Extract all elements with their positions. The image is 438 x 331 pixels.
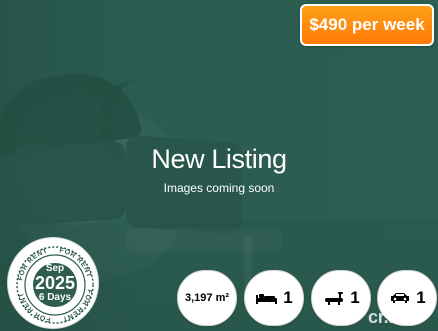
land-area-text: 3,197 m² — [184, 292, 230, 304]
bedrooms-count: 1 — [283, 288, 293, 307]
for-rent-date-stamp: FOR RENT FOR RENT FOR RENT FOR RENT Sep … — [8, 238, 98, 328]
car-spaces-count: 1 — [416, 288, 426, 307]
brand-watermark: cr.am — [368, 307, 415, 327]
listing-card: $490 per week New Listing Images coming … — [0, 0, 438, 331]
stamp-days: 6 Days — [38, 292, 72, 303]
bath-icon — [322, 290, 346, 306]
land-area-badge: 3,197 m² — [177, 270, 237, 326]
price-badge: $490 per week — [300, 4, 434, 46]
bathrooms-badge: 1 — [311, 270, 371, 326]
car-icon — [388, 290, 412, 306]
bedrooms-badge: 1 — [244, 270, 304, 326]
stamp-year: 2025 — [34, 273, 76, 293]
images-coming-soon-text: Images coming soon — [163, 181, 275, 195]
new-listing-title: New Listing — [151, 144, 287, 174]
bed-icon — [255, 290, 279, 306]
bathrooms-count: 1 — [350, 288, 360, 307]
